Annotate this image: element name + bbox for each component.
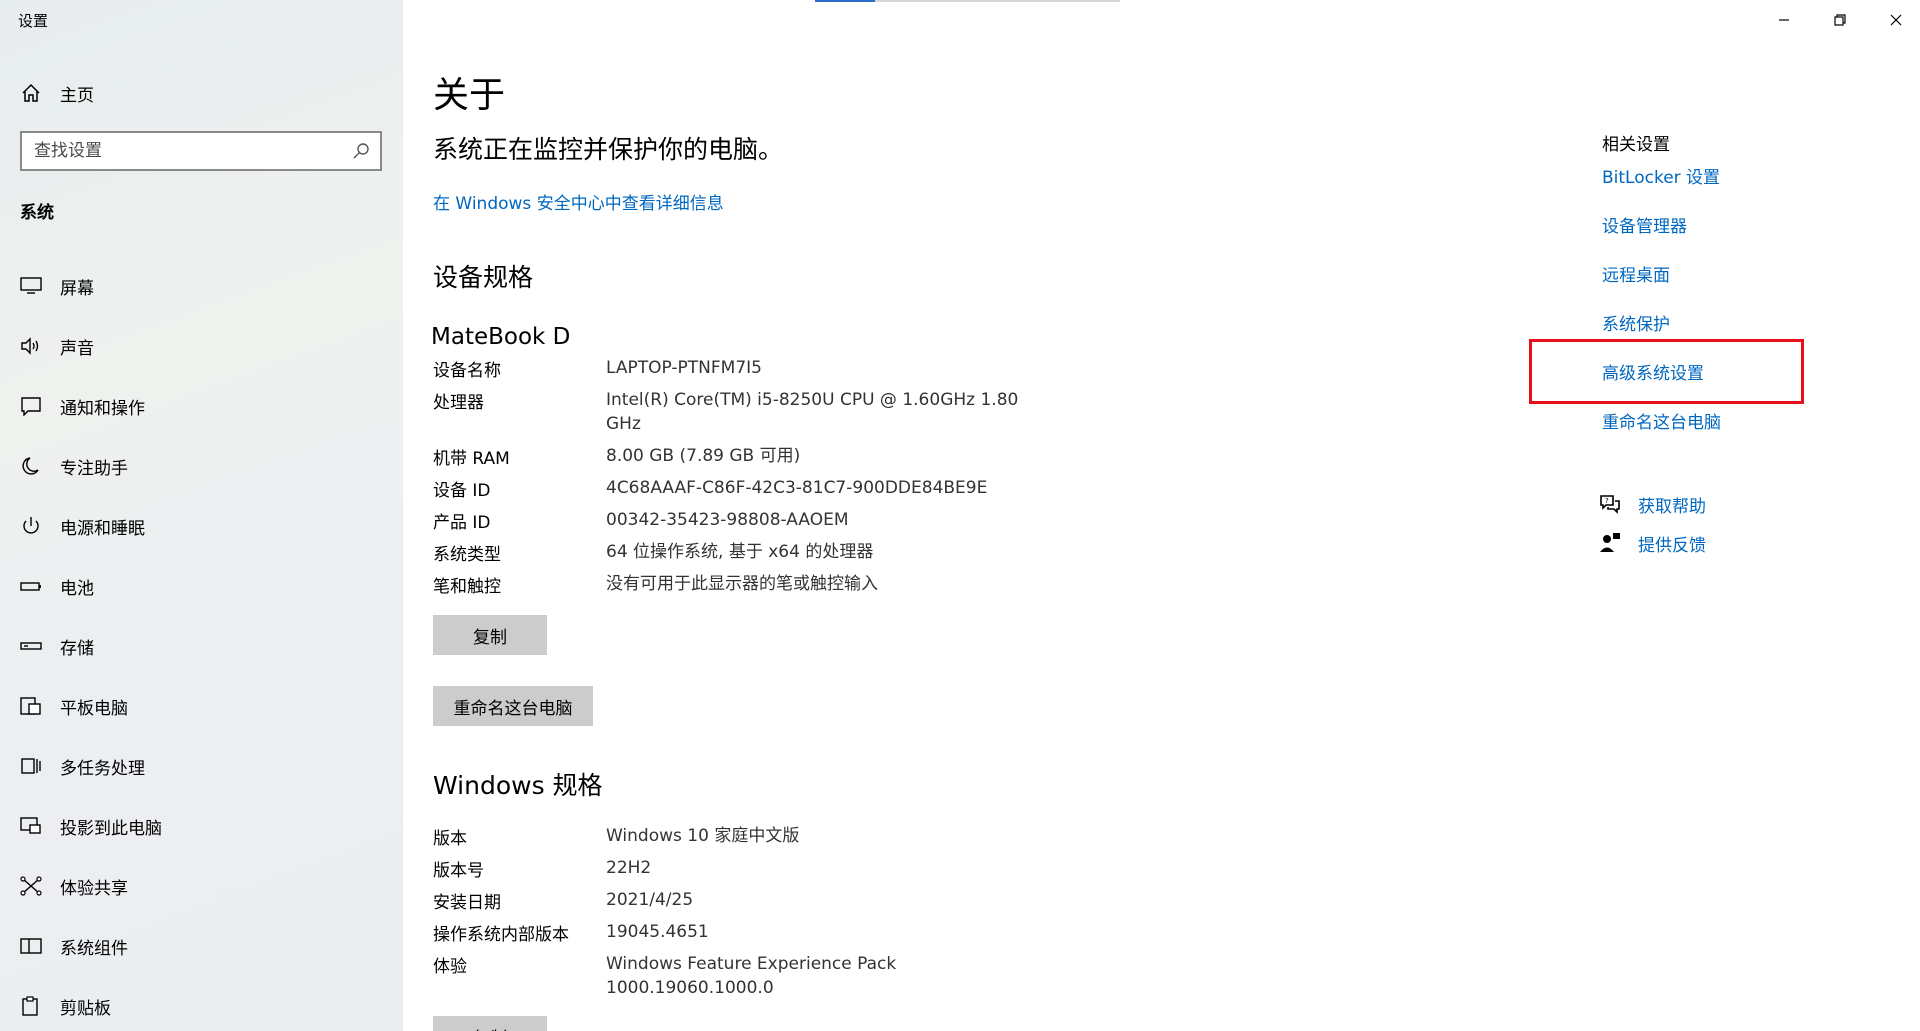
sidebar-item-sound[interactable]: 声音	[0, 322, 403, 370]
sidebar-item-system-components[interactable]: 系统组件	[0, 922, 403, 970]
spec-key: 产品 ID	[433, 513, 491, 533]
spec-value: 8.00 GB (7.89 GB 可用)	[606, 446, 801, 466]
sidebar-item-label: 电源和睡眠	[60, 519, 145, 539]
storage-icon	[20, 642, 42, 650]
sidebar-item-label: 体验共享	[60, 879, 128, 899]
app-title: 设置	[18, 12, 49, 30]
sidebar-item-shared-experiences[interactable]: 体验共享	[0, 862, 403, 910]
sidebar-item-display[interactable]: 屏幕	[0, 262, 403, 310]
share-icon	[20, 876, 42, 896]
spec-value: 2021/4/25	[606, 890, 694, 910]
spec-key: 处理器	[433, 393, 484, 413]
search-box[interactable]	[20, 131, 382, 171]
components-icon	[20, 938, 42, 954]
clipboard-icon	[22, 996, 38, 1016]
moon-icon	[22, 457, 39, 475]
sidebar-item-label: 剪贴板	[60, 999, 111, 1019]
spec-value: 没有可用于此显示器的笔或触控输入	[606, 574, 878, 594]
related-settings-title: 相关设置	[1602, 135, 1670, 155]
spec-value: Windows Feature Experience Pack 1000.190…	[606, 954, 897, 998]
sidebar-item-label: 声音	[60, 339, 94, 359]
sidebar-item-label: 投影到此电脑	[60, 819, 162, 839]
home-icon	[22, 83, 40, 102]
remote-desktop-link[interactable]: 远程桌面	[1602, 261, 1670, 286]
sidebar-item-project[interactable]: 投影到此电脑	[0, 802, 403, 850]
sidebar-item-label: 多任务处理	[60, 759, 145, 779]
spec-value: 00342-35423-98808-AAOEM	[606, 510, 849, 530]
sidebar-item-label: 电池	[60, 579, 94, 599]
spec-value: 22H2	[606, 858, 652, 878]
spec-key: 设备 ID	[433, 481, 491, 501]
spec-key: 版本号	[433, 861, 484, 881]
windows-spec-title: Windows 规格	[433, 771, 603, 800]
sidebar-item-battery[interactable]: 电池	[0, 562, 403, 610]
notification-icon	[21, 397, 41, 416]
highlight-annotation-box	[1529, 339, 1804, 404]
get-help-link[interactable]: 获取帮助	[1638, 492, 1706, 517]
spec-key: 笔和触控	[433, 577, 501, 597]
project-icon	[20, 817, 41, 834]
copy-windows-specs-button[interactable]: 复制	[433, 1016, 547, 1031]
speaker-icon	[21, 337, 39, 355]
spec-value: 19045.4651	[606, 922, 709, 942]
sidebar-item-label: 屏幕	[60, 279, 94, 299]
sidebar-item-label: 存储	[60, 639, 94, 659]
spec-value: 4C68AAAF-C86F-42C3-81C7-900DDE84BE9E	[606, 478, 988, 498]
spec-value: Intel(R) Core(TM) i5-8250U CPU @ 1.60GHz…	[606, 390, 1019, 434]
page-title: 关于	[433, 75, 506, 116]
spec-value: LAPTOP-PTNFM7I5	[606, 358, 762, 378]
spec-key: 机带 RAM	[433, 449, 510, 469]
multitask-icon	[21, 758, 41, 774]
sidebar-item-label: 平板电脑	[60, 699, 128, 719]
spec-key: 系统类型	[433, 545, 501, 565]
chat-help-icon: ?	[1600, 495, 1620, 514]
feedback-person-icon	[1600, 533, 1620, 552]
search-input[interactable]	[22, 134, 342, 168]
home-label: 主页	[60, 86, 94, 106]
sidebar-item-storage[interactable]: 存储	[0, 622, 403, 670]
bitlocker-settings-link[interactable]: BitLocker 设置	[1602, 163, 1720, 188]
device-manager-link[interactable]: 设备管理器	[1602, 212, 1687, 237]
svg-text:?: ?	[1605, 497, 1609, 505]
spec-key: 体验	[433, 957, 467, 977]
spec-key: 安装日期	[433, 893, 501, 913]
battery-icon	[20, 582, 41, 591]
device-model: MateBook D	[431, 324, 571, 350]
sidebar: 设置 主页 系统 屏幕	[0, 0, 403, 1031]
feedback-link[interactable]: 提供反馈	[1638, 531, 1706, 556]
system-protection-link[interactable]: 系统保护	[1602, 310, 1670, 335]
copy-device-specs-button[interactable]: 复制	[433, 615, 547, 655]
search-icon[interactable]	[352, 142, 370, 160]
section-title: 系统	[20, 203, 54, 223]
tablet-icon	[20, 697, 41, 715]
rename-pc-link[interactable]: 重命名这台电脑	[1602, 408, 1721, 433]
spec-value: 64 位操作系统, 基于 x64 的处理器	[606, 542, 874, 562]
sidebar-item-focus-assist[interactable]: 专注助手	[0, 442, 403, 490]
sidebar-item-clipboard[interactable]: 剪贴板	[0, 982, 403, 1030]
spec-key: 操作系统内部版本	[433, 925, 569, 945]
security-center-link[interactable]: 在 Windows 安全中心中查看详细信息	[433, 189, 724, 214]
sidebar-item-power-sleep[interactable]: 电源和睡眠	[0, 502, 403, 550]
sidebar-item-multitasking[interactable]: 多任务处理	[0, 742, 403, 790]
protection-status-text: 系统正在监控并保护你的电脑。	[433, 135, 784, 164]
sidebar-item-home[interactable]: 主页	[0, 72, 403, 112]
sidebar-item-notifications[interactable]: 通知和操作	[0, 382, 403, 430]
rename-pc-button[interactable]: 重命名这台电脑	[433, 686, 593, 726]
spec-value: Windows 10 家庭中文版	[606, 826, 800, 846]
settings-window: 设置 主页 系统 屏幕	[0, 0, 1920, 1031]
device-spec-title: 设备规格	[433, 263, 534, 292]
power-icon	[23, 517, 39, 534]
sidebar-item-tablet[interactable]: 平板电脑	[0, 682, 403, 730]
monitor-icon	[20, 277, 42, 294]
sidebar-item-label: 专注助手	[60, 459, 128, 479]
sidebar-item-label: 系统组件	[60, 939, 128, 959]
sidebar-item-label: 通知和操作	[60, 399, 145, 419]
spec-key: 版本	[433, 829, 467, 849]
spec-key: 设备名称	[433, 361, 501, 381]
